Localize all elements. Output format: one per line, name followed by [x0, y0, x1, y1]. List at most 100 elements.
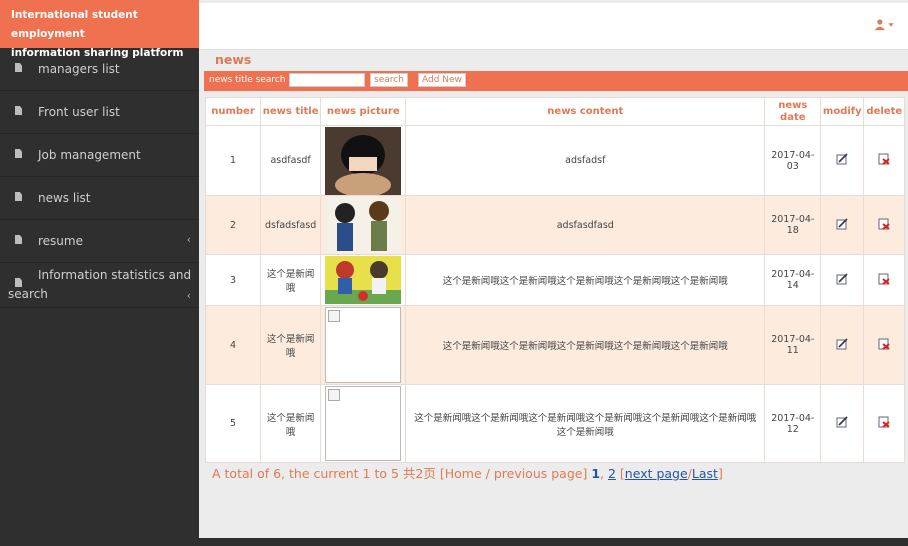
cell-picture [320, 195, 407, 255]
cell-number: 1 [205, 125, 261, 196]
cell-delete [863, 254, 906, 306]
sidebar-item-managers[interactable]: managers list [0, 48, 199, 91]
cell-modify [820, 125, 865, 196]
cell-content: 这个是新闻哦这个是新闻哦这个是新闻哦这个是新闻哦这个是新闻哦这个是新闻哦这个是新… [405, 384, 766, 463]
column-header-modify: modify [820, 97, 865, 126]
search-label: news title search : [209, 75, 292, 85]
document-icon [15, 63, 22, 72]
cell-content: adsfadsf [405, 125, 766, 196]
table-row: 5 这个是新闻哦 这个是新闻哦这个是新闻哦这个是新闻哦这个是新闻哦这个是新闻哦这… [205, 384, 906, 463]
sidebar-item-label: Front user list [38, 105, 120, 119]
cell-date: 2017-04-12 [764, 384, 822, 463]
cell-title: 这个是新闻哦 [259, 254, 322, 306]
delete-icon[interactable] [878, 153, 890, 165]
cell-delete [863, 305, 906, 385]
page-2-link[interactable]: 2 [608, 466, 616, 481]
cell-delete [863, 195, 906, 255]
pagination-summary: A total of 6, the current 1 to 5 共2页 [212, 466, 436, 481]
cell-content: 这个是新闻哦这个是新闻哦这个是新闻哦这个是新闻哦这个是新闻哦 [405, 254, 766, 306]
cell-date: 2017-04-14 [764, 254, 822, 306]
brand-logo-text: International student employment informa… [0, 0, 199, 59]
table-row: 2 dsfadsfasd adsfasdfasd 2017-04-18 [205, 195, 906, 255]
broken-image-placeholder[interactable] [325, 307, 402, 383]
cell-modify [820, 305, 865, 385]
sidebar-item-label: managers list [38, 62, 120, 76]
document-icon [15, 149, 22, 158]
edit-icon[interactable] [836, 153, 848, 165]
table-row: 4 这个是新闻哦 这个是新闻哦这个是新闻哦这个是新闻哦这个是新闻哦这个是新闻哦 … [205, 305, 906, 385]
search-button[interactable]: search [370, 73, 408, 87]
broken-image-placeholder[interactable] [325, 386, 402, 461]
home-previous-label: [Home / previous page] [439, 466, 588, 481]
cell-title: asdfasdf [259, 125, 322, 196]
brand-line-1: International student employment [11, 9, 138, 40]
document-icon [15, 106, 22, 115]
column-header-delete: delete [863, 97, 906, 126]
sidebar-item-label: news list [38, 191, 91, 205]
delete-icon[interactable] [878, 338, 890, 350]
delete-icon[interactable] [878, 273, 890, 285]
add-new-button[interactable]: Add New [418, 73, 466, 87]
column-header-picture: news picture [320, 97, 407, 126]
document-icon [15, 192, 22, 201]
cell-title: 这个是新闻哦 [259, 384, 322, 463]
cell-content: adsfasdfasd [405, 195, 766, 255]
news-title-search-input[interactable] [289, 73, 365, 87]
column-header-content: news content [405, 97, 766, 126]
cell-date: 2017-04-18 [764, 195, 822, 255]
user-icon[interactable] [874, 19, 896, 31]
pagination: A total of 6, the current 1 to 5 共2页 [Ho… [212, 466, 723, 481]
cell-modify [820, 254, 865, 306]
top-bar [199, 3, 908, 50]
sidebar-item-label-line2: search [8, 287, 48, 301]
news-table: number news title news picture news cont… [205, 97, 906, 463]
sidebar-item-jobs[interactable]: Job management [0, 134, 199, 177]
cell-title: 这个是新闻哦 [259, 305, 322, 385]
edit-icon[interactable] [836, 272, 848, 285]
cell-date: 2017-04-03 [764, 125, 822, 196]
cell-picture [320, 254, 407, 306]
cell-date: 2017-04-11 [764, 305, 822, 385]
column-header-title: news title [259, 97, 322, 126]
sidebar: International student employment informa… [0, 0, 199, 546]
column-header-date: news date [764, 97, 822, 126]
sidebar-item-label: Job management [38, 148, 141, 162]
cell-number: 4 [205, 305, 261, 385]
cell-modify [820, 195, 865, 255]
cell-title: dsfadsfasd [259, 195, 322, 255]
column-header-number: number [205, 97, 261, 126]
page-title: news [215, 52, 252, 67]
edit-icon[interactable] [836, 217, 848, 230]
cell-picture [320, 305, 407, 385]
cell-content: 这个是新闻哦这个是新闻哦这个是新闻哦这个是新闻哦这个是新闻哦 [405, 305, 766, 385]
edit-icon[interactable] [836, 337, 848, 350]
cell-picture [320, 384, 407, 463]
sidebar-item-label: Information statistics and [38, 268, 192, 282]
delete-icon[interactable] [878, 416, 890, 428]
cell-delete [863, 384, 906, 463]
current-page-number: 1 [591, 466, 601, 481]
table-row: 1 asdfasdf adsfadsf 2017-04-03 [205, 125, 906, 196]
cell-number: 5 [205, 384, 261, 463]
chevron-left-icon: ‹ [186, 289, 191, 302]
sidebar-item-resume[interactable]: resume ‹ [0, 220, 199, 263]
cell-modify [820, 384, 865, 463]
last-page-link[interactable]: Last [692, 466, 718, 481]
search-bar: news title search : search Add New [204, 71, 908, 91]
cell-number: 3 [205, 254, 261, 306]
cell-picture [320, 125, 407, 196]
news-picture-thumbnail[interactable] [325, 126, 402, 195]
sidebar-item-front-users[interactable]: Front user list [0, 91, 199, 134]
next-page-link[interactable]: next page [625, 466, 688, 481]
chevron-left-icon: ‹ [186, 233, 191, 246]
edit-icon[interactable] [836, 416, 848, 428]
sidebar-item-news[interactable]: news list [0, 177, 199, 220]
cell-delete [863, 125, 906, 196]
delete-icon[interactable] [878, 218, 890, 230]
main-content: news news title search : search Add New … [199, 0, 908, 538]
news-picture-thumbnail[interactable] [325, 197, 402, 253]
sidebar-item-label: resume [38, 234, 83, 248]
cell-number: 2 [205, 195, 261, 255]
sidebar-item-statistics[interactable]: Information statistics and search ‹ [0, 263, 199, 308]
news-picture-thumbnail[interactable] [325, 256, 402, 304]
